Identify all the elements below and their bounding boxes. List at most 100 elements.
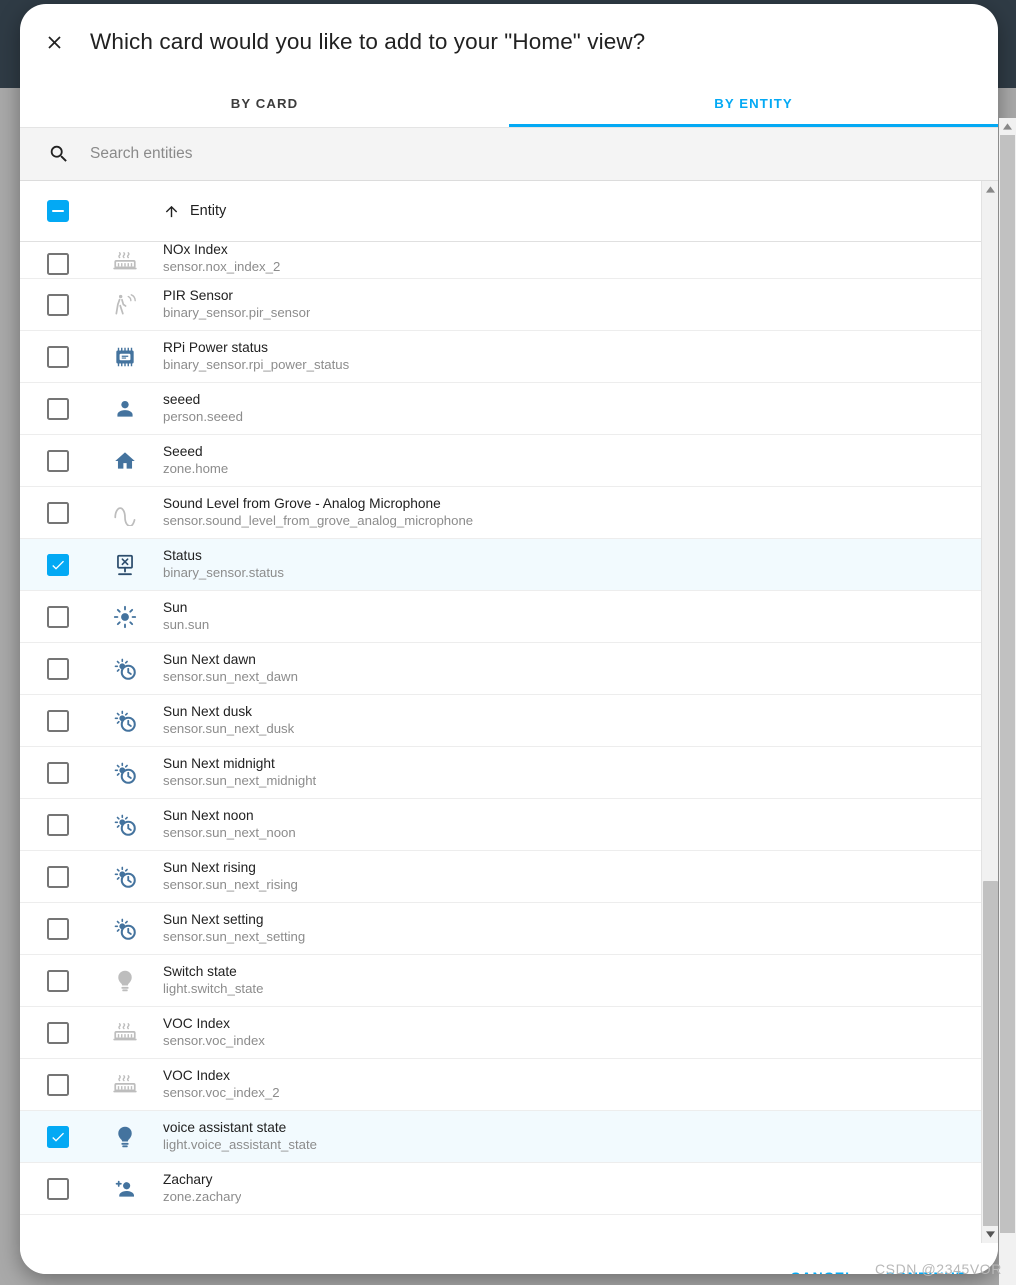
row-entity-icon-cell bbox=[96, 1124, 153, 1150]
close-dialog-button[interactable] bbox=[32, 20, 76, 64]
cancel-button[interactable]: CANCEL bbox=[782, 1260, 863, 1274]
row-checkbox[interactable] bbox=[47, 814, 69, 836]
account-plus-icon bbox=[112, 1176, 138, 1202]
row-checkbox[interactable] bbox=[47, 294, 69, 316]
sun-clock-icon bbox=[112, 812, 138, 838]
table-row[interactable]: VOC Index sensor.voc_index bbox=[20, 1007, 998, 1059]
search-input[interactable] bbox=[88, 144, 788, 164]
table-row[interactable]: PIR Sensor binary_sensor.pir_sensor bbox=[20, 279, 998, 331]
table-scrollbar[interactable] bbox=[981, 181, 998, 1243]
row-checkbox[interactable] bbox=[47, 1022, 69, 1044]
row-entity-name: Seeed bbox=[163, 444, 228, 461]
table-scrollbar-thumb[interactable] bbox=[983, 881, 998, 1241]
chip-icon bbox=[112, 344, 138, 370]
table-row[interactable]: Seeed zone.home bbox=[20, 435, 998, 487]
table-row[interactable]: VOC Index sensor.voc_index_2 bbox=[20, 1059, 998, 1111]
row-entity-text: Sun Next dawn sensor.sun_next_dawn bbox=[163, 652, 298, 685]
row-checkbox[interactable] bbox=[47, 253, 69, 275]
scroll-down-arrow-icon[interactable] bbox=[982, 1226, 998, 1243]
row-checkbox[interactable] bbox=[47, 866, 69, 888]
table-row[interactable]: Switch state light.switch_state bbox=[20, 955, 998, 1007]
page-scroll-up-arrow-icon[interactable] bbox=[999, 118, 1016, 135]
row-checkbox-cell bbox=[20, 554, 96, 576]
row-entity-text: VOC Index sensor.voc_index bbox=[163, 1016, 265, 1049]
row-entity-id: sensor.nox_index_2 bbox=[163, 259, 280, 275]
row-entity-icon-cell bbox=[96, 916, 153, 942]
close-icon bbox=[44, 32, 65, 53]
tab-active-indicator bbox=[509, 124, 998, 127]
row-entity-text: voice assistant state light.voice_assist… bbox=[163, 1120, 317, 1153]
row-checkbox[interactable] bbox=[47, 918, 69, 940]
row-entity-icon-cell bbox=[96, 968, 153, 994]
row-checkbox-cell bbox=[20, 970, 96, 992]
table-row[interactable]: Status binary_sensor.status bbox=[20, 539, 998, 591]
row-checkbox-cell bbox=[20, 1178, 96, 1200]
page-scrollbar-thumb[interactable] bbox=[1000, 135, 1015, 1233]
tab-by-entity[interactable]: BY ENTITY bbox=[509, 80, 998, 127]
row-entity-icon-cell bbox=[96, 708, 153, 734]
row-entity-name: Sound Level from Grove - Analog Micropho… bbox=[163, 496, 473, 513]
lightbulb-off-icon bbox=[112, 968, 138, 994]
row-entity-id: sensor.sun_next_dusk bbox=[163, 721, 294, 737]
row-checkbox[interactable] bbox=[47, 762, 69, 784]
table-row[interactable]: Sun Next setting sensor.sun_next_setting bbox=[20, 903, 998, 955]
row-checkbox[interactable] bbox=[47, 1074, 69, 1096]
row-checkbox[interactable] bbox=[47, 1178, 69, 1200]
watermark: CSDN @2345VOR bbox=[875, 1261, 1002, 1277]
row-checkbox[interactable] bbox=[47, 970, 69, 992]
row-entity-name: RPi Power status bbox=[163, 340, 349, 357]
dialog-tabs: BY CARD BY ENTITY bbox=[20, 80, 998, 128]
table-row[interactable]: voice assistant state light.voice_assist… bbox=[20, 1111, 998, 1163]
table-row[interactable]: Zachary zone.zachary bbox=[20, 1163, 998, 1215]
row-entity-name: Zachary bbox=[163, 1172, 241, 1189]
row-checkbox-cell bbox=[20, 1022, 96, 1044]
row-entity-name: VOC Index bbox=[163, 1068, 280, 1085]
add-card-dialog: Which card would you like to add to your… bbox=[20, 4, 998, 1274]
row-entity-icon-cell bbox=[96, 604, 153, 630]
row-checkbox-cell bbox=[20, 658, 96, 680]
row-checkbox[interactable] bbox=[47, 658, 69, 680]
table-row[interactable]: Sun Next rising sensor.sun_next_rising bbox=[20, 851, 998, 903]
select-all-checkbox[interactable] bbox=[47, 200, 69, 222]
row-entity-icon-cell bbox=[96, 500, 153, 526]
row-entity-text: Status binary_sensor.status bbox=[163, 548, 284, 581]
row-checkbox[interactable] bbox=[47, 450, 69, 472]
search-icon bbox=[48, 143, 70, 165]
row-checkbox[interactable] bbox=[47, 398, 69, 420]
table-row[interactable]: NOx Index sensor.nox_index_2 bbox=[20, 242, 998, 279]
row-entity-id: binary_sensor.status bbox=[163, 565, 284, 581]
row-checkbox[interactable] bbox=[47, 502, 69, 524]
column-header-entity[interactable]: Entity bbox=[163, 203, 226, 220]
table-row[interactable]: Sun Next noon sensor.sun_next_noon bbox=[20, 799, 998, 851]
row-checkbox[interactable] bbox=[47, 710, 69, 732]
table-row[interactable]: Sun sun.sun bbox=[20, 591, 998, 643]
table-row[interactable]: Sun Next midnight sensor.sun_next_midnig… bbox=[20, 747, 998, 799]
row-entity-id: sensor.sun_next_setting bbox=[163, 929, 305, 945]
row-entity-text: PIR Sensor binary_sensor.pir_sensor bbox=[163, 288, 310, 321]
row-checkbox[interactable] bbox=[47, 1126, 69, 1148]
row-entity-icon-cell bbox=[96, 396, 153, 422]
row-entity-id: sensor.voc_index_2 bbox=[163, 1085, 280, 1101]
table-header-row: Entity bbox=[20, 181, 998, 242]
table-row[interactable]: Sun Next dawn sensor.sun_next_dawn bbox=[20, 643, 998, 695]
row-checkbox[interactable] bbox=[47, 346, 69, 368]
tab-by-card[interactable]: BY CARD bbox=[20, 80, 509, 127]
row-entity-id: zone.zachary bbox=[163, 1189, 241, 1205]
search-bar bbox=[20, 128, 998, 181]
row-entity-text: Sun Next noon sensor.sun_next_noon bbox=[163, 808, 296, 841]
table-row[interactable]: Sun Next dusk sensor.sun_next_dusk bbox=[20, 695, 998, 747]
row-entity-name: voice assistant state bbox=[163, 1120, 317, 1137]
scroll-up-arrow-icon[interactable] bbox=[982, 181, 998, 198]
table-row[interactable]: Sound Level from Grove - Analog Micropho… bbox=[20, 487, 998, 539]
row-entity-name: Sun Next rising bbox=[163, 860, 298, 877]
row-entity-text: Sun Next rising sensor.sun_next_rising bbox=[163, 860, 298, 893]
row-checkbox-cell bbox=[20, 814, 96, 836]
row-checkbox[interactable] bbox=[47, 606, 69, 628]
row-entity-text: NOx Index sensor.nox_index_2 bbox=[163, 242, 280, 275]
lightbulb-on-icon bbox=[112, 1124, 138, 1150]
page-scrollbar[interactable] bbox=[999, 118, 1016, 1285]
row-checkbox[interactable] bbox=[47, 554, 69, 576]
table-row[interactable]: seeed person.seeed bbox=[20, 383, 998, 435]
row-entity-text: Seeed zone.home bbox=[163, 444, 228, 477]
table-row[interactable]: RPi Power status binary_sensor.rpi_power… bbox=[20, 331, 998, 383]
